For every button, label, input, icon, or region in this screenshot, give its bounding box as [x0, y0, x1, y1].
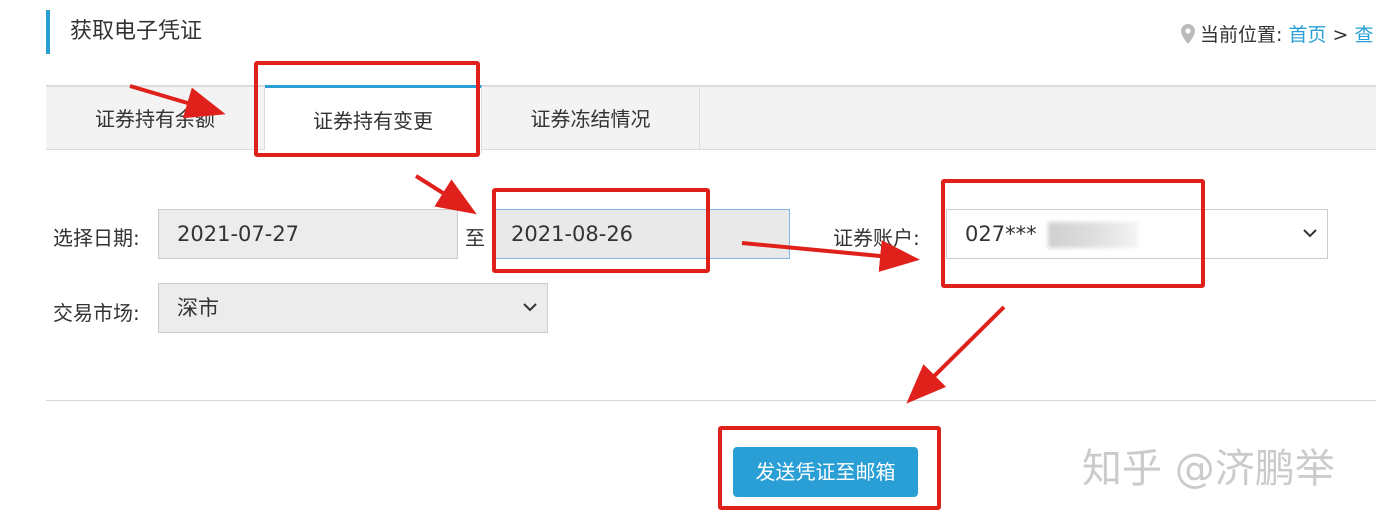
account-select-value: 027*** — [965, 222, 1037, 246]
market-label: 交易市场: — [53, 301, 140, 325]
date-range-separator: 至 — [465, 226, 485, 250]
end-date-input[interactable]: 2021-08-26 — [492, 209, 790, 259]
redaction-blur — [1048, 222, 1138, 248]
account-label: 证券账户: — [833, 226, 920, 250]
watermark: 知乎 @济鹏举 — [1082, 446, 1335, 492]
breadcrumb-separator: > — [1332, 24, 1349, 46]
breadcrumb: 当前位置: 首页 > 查 — [1180, 20, 1374, 47]
breadcrumb-prefix: 当前位置: — [1200, 24, 1283, 46]
divider — [46, 400, 1376, 401]
start-date-input[interactable]: 2021-07-27 — [158, 209, 458, 259]
date-label: 选择日期: — [53, 226, 140, 250]
tab-frozen-status[interactable]: 证券冻结情况 — [482, 87, 700, 149]
market-select-value: 深市 — [177, 296, 219, 320]
arrow-to-send — [906, 305, 1006, 404]
arrow-to-end-date — [414, 174, 477, 215]
breadcrumb-home-link[interactable]: 首页 — [1288, 24, 1326, 46]
send-voucher-button[interactable]: 发送凭证至邮箱 — [733, 447, 918, 497]
market-select[interactable]: 深市 — [158, 283, 548, 333]
tab-holding-change[interactable]: 证券持有变更 — [265, 85, 482, 154]
chevron-down-icon — [1303, 229, 1317, 238]
location-pin-icon — [1180, 23, 1196, 45]
tab-holding-balance[interactable]: 证券持有余额 — [46, 87, 265, 149]
page-title: 获取电子凭证 — [46, 10, 202, 54]
tab-bar: 证券持有余额 证券持有变更 证券冻结情况 — [46, 85, 1376, 154]
breadcrumb-next-link[interactable]: 查 — [1354, 24, 1373, 46]
chevron-down-icon — [523, 303, 537, 312]
